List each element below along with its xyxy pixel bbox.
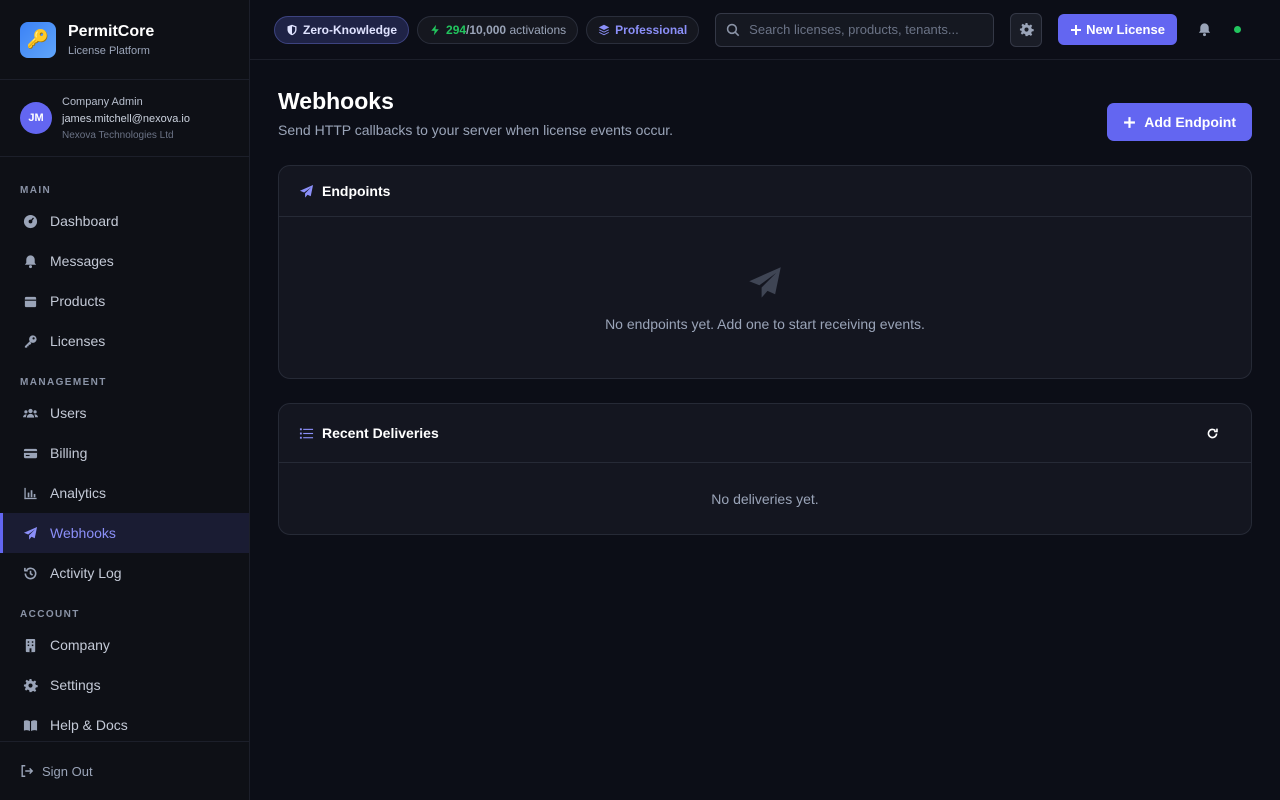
key-icon: [20, 334, 40, 349]
sidebar-item-label: Products: [50, 293, 106, 309]
sidebar-item-label: Settings: [50, 677, 101, 693]
sidebar-item-label: Company: [50, 637, 110, 653]
sidebar-item-label: Activity Log: [50, 565, 122, 581]
sidebar-item-analytics[interactable]: Analytics: [0, 473, 249, 513]
zero-knowledge-badge[interactable]: Zero-Knowledge: [274, 15, 410, 44]
layers-icon: [598, 24, 610, 35]
add-endpoint-label: Add Endpoint: [1144, 114, 1236, 130]
shield-icon: [287, 24, 297, 35]
sidebar: 🔑 PermitCore License Platform JM Company…: [0, 0, 250, 800]
box-icon: [20, 294, 40, 309]
user-role: Company Admin: [62, 95, 143, 108]
activations-total: /10,000: [466, 22, 507, 37]
nav-section-management: MANAGEMENT: [20, 377, 107, 388]
sidebar-item-label: Users: [50, 405, 87, 421]
bell-icon: [1198, 23, 1211, 37]
building-icon: [20, 638, 40, 653]
key-icon: 🔑: [20, 21, 56, 58]
sidebar-item-dashboard[interactable]: Dashboard: [0, 201, 249, 241]
credit-card-icon: [20, 446, 40, 461]
gear-icon: [20, 678, 40, 693]
sidebar-item-label: Webhooks: [50, 525, 116, 541]
list-icon: [299, 427, 314, 439]
refresh-button[interactable]: [1206, 427, 1219, 440]
add-endpoint-button[interactable]: Add Endpoint: [1107, 103, 1252, 141]
avatar: JM: [20, 102, 52, 134]
deliveries-header: Recent Deliveries: [279, 404, 1251, 463]
paper-plane-icon: [20, 526, 40, 541]
deliveries-empty-text: No deliveries yet.: [711, 491, 819, 507]
bell-icon: [20, 254, 40, 269]
settings-button[interactable]: [1010, 12, 1043, 47]
sidebar-item-products[interactable]: Products: [0, 281, 249, 321]
plan-label: Professional: [615, 22, 688, 37]
sidebar-item-activity-log[interactable]: Activity Log: [0, 553, 249, 593]
user-email: james.mitchell@nexova.io: [62, 112, 190, 125]
sign-out-button[interactable]: Sign Out: [0, 741, 249, 800]
search-box[interactable]: [715, 12, 995, 47]
sidebar-item-help[interactable]: Help & Docs: [0, 705, 249, 741]
paper-plane-icon: [299, 184, 314, 198]
brand-subtitle: License Platform: [68, 44, 150, 57]
sidebar-item-messages[interactable]: Messages: [0, 241, 249, 281]
sidebar-item-licenses[interactable]: Licenses: [0, 321, 249, 361]
deliveries-title: Recent Deliveries: [322, 425, 439, 441]
sidebar-item-label: Messages: [50, 253, 114, 269]
plus-icon: [1124, 116, 1136, 128]
sign-out-label: Sign Out: [42, 763, 93, 779]
sidebar-item-webhooks[interactable]: Webhooks: [0, 513, 249, 553]
user-profile[interactable]: JM Company Admin james.mitchell@nexova.i…: [0, 80, 249, 157]
sidebar-item-label: Licenses: [50, 333, 106, 349]
topbar: Zero-Knowledge 294/10,000 activations Pr…: [250, 0, 1280, 60]
sidebar-item-label: Billing: [50, 445, 88, 461]
nav-section-account: ACCOUNT: [20, 609, 80, 620]
zero-knowledge-label: Zero-Knowledge: [303, 22, 398, 37]
endpoints-title: Endpoints: [322, 183, 391, 199]
plus-icon: [1071, 24, 1082, 35]
notifications-button[interactable]: [1197, 22, 1212, 37]
search-icon: [726, 23, 740, 36]
endpoints-empty-text: No endpoints yet. Add one to start recei…: [605, 315, 925, 332]
plan-badge[interactable]: Professional: [586, 15, 700, 44]
paper-plane-icon: [747, 265, 783, 306]
page-subtitle: Send HTTP callbacks to your server when …: [278, 122, 674, 138]
refresh-icon: [1207, 428, 1218, 438]
activations-label: activations: [509, 22, 567, 37]
sidebar-item-users[interactable]: Users: [0, 393, 249, 433]
deliveries-card: Recent Deliveries No deliveries yet.: [278, 403, 1252, 535]
bolt-icon: [431, 24, 439, 35]
main-content: Webhooks Send HTTP callbacks to your ser…: [278, 60, 1252, 535]
sidebar-item-label: Analytics: [50, 485, 107, 501]
bar-chart-icon: [20, 486, 40, 501]
status-indicator: [1233, 26, 1241, 33]
new-license-label: New License: [1086, 22, 1165, 37]
endpoints-empty-state: No endpoints yet. Add one to start recei…: [279, 217, 1251, 378]
sidebar-item-billing[interactable]: Billing: [0, 433, 249, 473]
sign-out-icon: [21, 765, 34, 777]
new-license-button[interactable]: New License: [1058, 14, 1177, 45]
sidebar-item-label: Help & Docs: [50, 717, 128, 733]
nav-section-main: MAIN: [20, 185, 52, 196]
search-input[interactable]: [749, 22, 984, 37]
book-icon: [20, 718, 40, 733]
page-title: Webhooks: [278, 88, 394, 114]
sidebar-nav: MAIN Dashboard Messages Products License…: [0, 157, 249, 741]
user-company: Nexova Technologies Ltd: [62, 129, 174, 141]
endpoints-header: Endpoints: [279, 166, 1251, 217]
activations-used: 294: [446, 22, 467, 37]
sidebar-item-label: Dashboard: [50, 213, 119, 229]
sidebar-item-settings[interactable]: Settings: [0, 665, 249, 705]
sidebar-item-company[interactable]: Company: [0, 625, 249, 665]
users-icon: [20, 406, 40, 421]
history-icon: [20, 566, 40, 581]
dashboard-icon: [20, 214, 40, 229]
brand[interactable]: 🔑 PermitCore License Platform: [0, 0, 249, 80]
endpoints-card: Endpoints No endpoints yet. Add one to s…: [278, 165, 1252, 379]
brand-name: PermitCore: [68, 22, 155, 40]
activations-badge[interactable]: 294/10,000 activations: [417, 15, 579, 44]
gear-icon: [1019, 22, 1034, 37]
